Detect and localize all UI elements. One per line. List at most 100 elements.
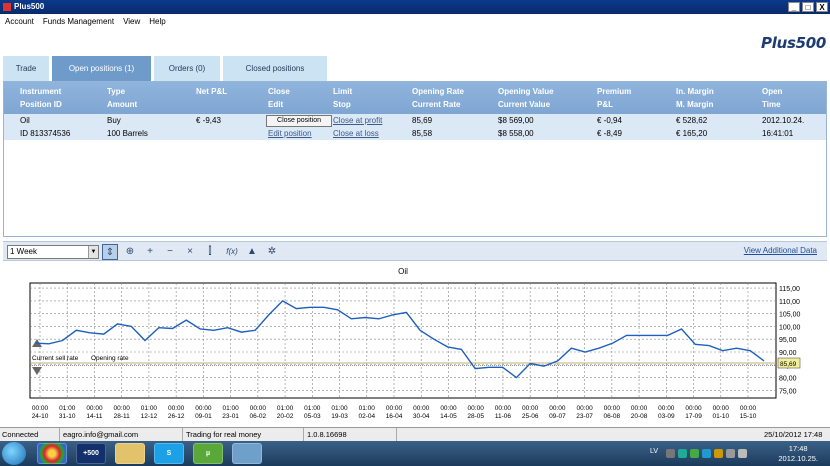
menu-account[interactable]: Account [5, 14, 34, 30]
start-button[interactable] [2, 442, 26, 465]
plus500-icon[interactable]: +500 [76, 443, 106, 464]
col-in-margin[interactable]: In. Margin [676, 85, 714, 98]
col-instrument[interactable]: Instrument [20, 85, 61, 98]
menu-funds-management[interactable]: Funds Management [43, 14, 114, 30]
x-tick-time: 00:00 [576, 405, 593, 412]
menu-help[interactable]: Help [149, 14, 165, 30]
tray-icon[interactable] [690, 449, 699, 458]
y-tick-label: 110,00 [779, 299, 800, 306]
y-tick-label: 105,00 [779, 312, 801, 319]
position-row[interactable]: Oil Buy € -9,43 Close position Close at … [4, 114, 826, 140]
tab-closed-positions[interactable]: Closed positions [223, 56, 327, 81]
x-tick-time: 00:00 [658, 405, 675, 412]
volume-icon[interactable] [738, 449, 747, 458]
folder-icon[interactable] [115, 443, 145, 464]
x-tick-time: 00:00 [413, 405, 430, 412]
chart-title: Oil [398, 267, 408, 276]
tray-icon[interactable] [666, 449, 675, 458]
col-net-pnl[interactable]: Net P&L [196, 85, 227, 98]
x-tick-time: 01:00 [222, 405, 239, 412]
x-tick-time: 00:00 [631, 405, 648, 412]
x-tick-time: 01:00 [359, 405, 376, 412]
alert-bell-icon[interactable]: ▲ [244, 244, 260, 260]
utorrent-icon[interactable]: µ [193, 443, 223, 464]
brand-logo: Plus500 [761, 34, 826, 52]
settings-gear-icon[interactable]: ✲ [264, 244, 280, 260]
x-tick-time: 00:00 [168, 405, 185, 412]
windows-taskbar: +500 S µ LV 17:48 2012.10.25. [0, 441, 830, 466]
tab-trade[interactable]: Trade [3, 56, 49, 81]
cell-in-margin: € 528,62 [676, 116, 708, 125]
edit-position-link[interactable]: Edit position [268, 127, 312, 140]
col-time[interactable]: Time [762, 98, 781, 111]
x-tick-date: 06-08 [604, 413, 621, 420]
tray-icon[interactable] [714, 449, 723, 458]
col-opening-rate[interactable]: Opening Rate [412, 85, 464, 98]
x-tick-date: 16-04 [386, 413, 403, 420]
chevron-down-icon[interactable]: ▼ [88, 246, 98, 258]
menu-view[interactable]: View [123, 14, 140, 30]
cell-position-id: ID 813374536 [20, 129, 71, 138]
close-at-loss-link[interactable]: Close at loss [333, 127, 379, 140]
tab-open-positions[interactable]: Open positions (1) [52, 56, 151, 81]
chrome-icon[interactable] [37, 443, 67, 464]
tray-icon[interactable] [726, 449, 735, 458]
candlestick-icon[interactable]: ⫿ [202, 244, 218, 260]
skype-icon[interactable]: S [154, 443, 184, 464]
view-additional-data-link[interactable]: View Additional Data [744, 246, 817, 255]
close-button[interactable]: X [816, 2, 828, 12]
system-tray: LV 17:48 2012.10.25. [504, 443, 824, 464]
x-tick-date: 05-03 [304, 413, 321, 420]
col-open[interactable]: Open [762, 85, 782, 98]
x-tick-date: 02-04 [358, 413, 375, 420]
maximize-button[interactable]: □ [802, 2, 814, 12]
open-positions-grid: Instrument Type Net P&L Close Limit Open… [3, 81, 827, 237]
x-tick-date: 24-10 [32, 413, 49, 420]
minimize-button[interactable]: _ [788, 2, 800, 12]
price-chart[interactable]: Oil75,0080,0085,0090,0095,00100,00105,00… [3, 261, 827, 427]
close-at-profit-link[interactable]: Close at profit [333, 114, 382, 127]
col-amount[interactable]: Amount [107, 98, 137, 111]
col-premium[interactable]: Premium [597, 85, 631, 98]
x-tick-time: 00:00 [386, 405, 403, 412]
x-tick-date: 23-07 [576, 413, 593, 420]
col-close[interactable]: Close [268, 85, 290, 98]
function-icon[interactable]: f(x) [222, 244, 242, 260]
col-m-margin[interactable]: M. Margin [676, 98, 713, 111]
zoom-out-icon[interactable]: − [162, 244, 178, 260]
menu-bar: Account Funds Management View Help [0, 14, 830, 30]
col-opening-value[interactable]: Opening Value [498, 85, 554, 98]
plot-frame [29, 282, 777, 399]
col-position-id[interactable]: Position ID [20, 98, 62, 111]
col-stop[interactable]: Stop [333, 98, 351, 111]
x-tick-date: 11-06 [495, 413, 512, 420]
network-icon[interactable] [232, 443, 262, 464]
x-tick-date: 28-11 [114, 413, 131, 420]
col-edit[interactable]: Edit [268, 98, 283, 111]
close-position-button[interactable]: Close position [266, 115, 332, 127]
x-tick-time: 00:00 [468, 405, 485, 412]
col-pnl[interactable]: P&L [597, 98, 613, 111]
tray-icon[interactable] [678, 449, 687, 458]
col-type[interactable]: Type [107, 85, 125, 98]
tray-icon[interactable] [702, 449, 711, 458]
app-logo-icon [3, 3, 11, 11]
crosshair-icon[interactable]: ⊕ [122, 244, 138, 260]
x-tick-time: 01:00 [141, 405, 158, 412]
x-tick-date: 03-09 [658, 413, 675, 420]
chart-svg[interactable]: Oil75,0080,0085,0090,0095,00100,00105,00… [3, 261, 827, 427]
zoom-reset-icon[interactable]: × [182, 244, 198, 260]
col-limit[interactable]: Limit [333, 85, 352, 98]
cell-net-pnl: € -9,43 [196, 116, 221, 125]
tab-orders[interactable]: Orders (0) [154, 56, 220, 81]
cursor-icon[interactable]: ⇕ [102, 244, 118, 260]
col-current-value[interactable]: Current Value [498, 98, 550, 111]
language-indicator[interactable]: LV [650, 448, 658, 455]
cell-premium: € -0,94 [597, 116, 622, 125]
zoom-in-icon[interactable]: + [142, 244, 158, 260]
period-select[interactable]: 1 Week ▼ [7, 245, 99, 259]
col-current-rate[interactable]: Current Rate [412, 98, 460, 111]
taskbar-clock[interactable]: 17:48 2012.10.25. [778, 444, 818, 464]
x-tick-date: 17-09 [685, 413, 702, 420]
chart-toolbar: 1 Week ▼ ⇕ ⊕ + − × ⫿ f(x) ▲ ✲ View Addit… [3, 241, 827, 261]
